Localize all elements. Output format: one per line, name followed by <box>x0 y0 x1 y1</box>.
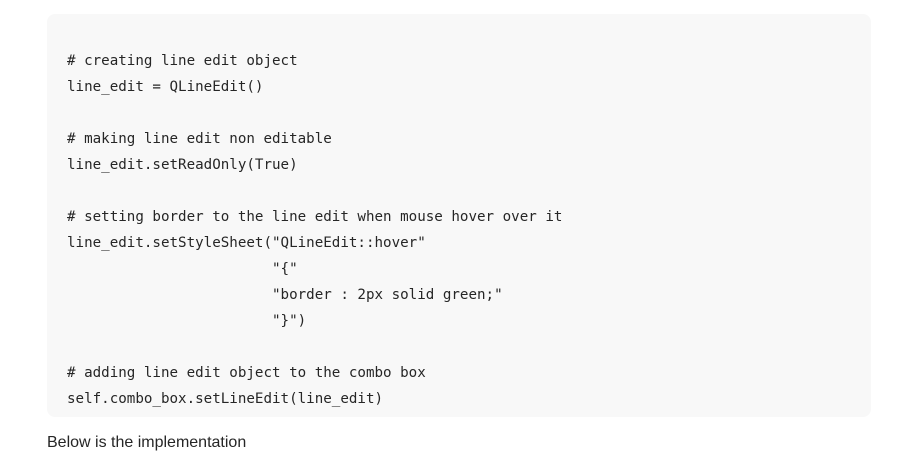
code-line: line_edit = QLineEdit() <box>67 79 264 95</box>
code-line-comment: # setting border to the line edit when m… <box>67 209 563 225</box>
code-line-comment: # creating line edit object <box>67 53 298 69</box>
code-block: # creating line edit object line_edit = … <box>47 14 871 417</box>
code-line: line_edit.setReadOnly(True) <box>67 157 298 173</box>
code-line-comment: # adding line edit object to the combo b… <box>67 365 426 381</box>
code-line-comment: # making line edit non editable <box>67 131 332 147</box>
implementation-caption: Below is the implementation <box>47 434 247 451</box>
code-line: "{" <box>67 261 298 277</box>
code-line: "border : 2px solid green;" <box>67 287 503 303</box>
code-line: "}") <box>67 313 307 329</box>
code-line: line_edit.setStyleSheet("QLineEdit::hove… <box>67 235 426 251</box>
code-line: self.combo_box.setLineEdit(line_edit) <box>67 391 384 407</box>
